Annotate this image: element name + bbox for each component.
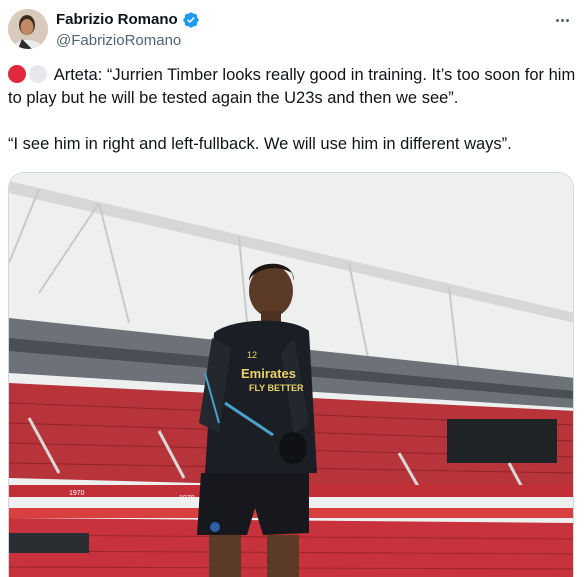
more-options-icon[interactable]: [550, 12, 574, 28]
handle[interactable]: @FabrizioRomano: [56, 31, 200, 50]
tweet-card: Fabrizio Romano @FabrizioRomano Arteta: …: [0, 0, 588, 577]
quote-arteta: Arteta: “Jurrien Timber looks really goo…: [8, 66, 576, 107]
shirt-number: 12: [247, 350, 257, 360]
avatar-photo: [8, 9, 48, 49]
white-circle-emoji-icon: [29, 65, 47, 83]
stand-number-1970-b: 1970: [179, 495, 195, 502]
stand-number-1970: 1970: [69, 490, 85, 497]
shirt-sponsor-line2: FLY BETTER: [249, 383, 304, 393]
verified-badge-icon[interactable]: [182, 11, 200, 29]
tweet-paragraph-1: Arteta: “Jurrien Timber looks really goo…: [8, 64, 578, 110]
tweet-text: Arteta: “Jurrien Timber looks really goo…: [8, 64, 578, 156]
shirt-sponsor: Emirates: [241, 366, 296, 381]
red-circle-emoji-icon: [8, 65, 26, 83]
tweet-paragraph-2: “I see him in right and left-fullback. W…: [8, 135, 512, 153]
display-name[interactable]: Fabrizio Romano: [56, 10, 178, 29]
tweet-photo[interactable]: 1970 1970 Emirates FLY BETTER 12: [8, 172, 574, 577]
stadium-training-photo: 1970 1970 Emirates FLY BETTER 12: [9, 173, 573, 577]
avatar[interactable]: [8, 9, 48, 49]
author-block: Fabrizio Romano @FabrizioRomano: [56, 10, 200, 50]
